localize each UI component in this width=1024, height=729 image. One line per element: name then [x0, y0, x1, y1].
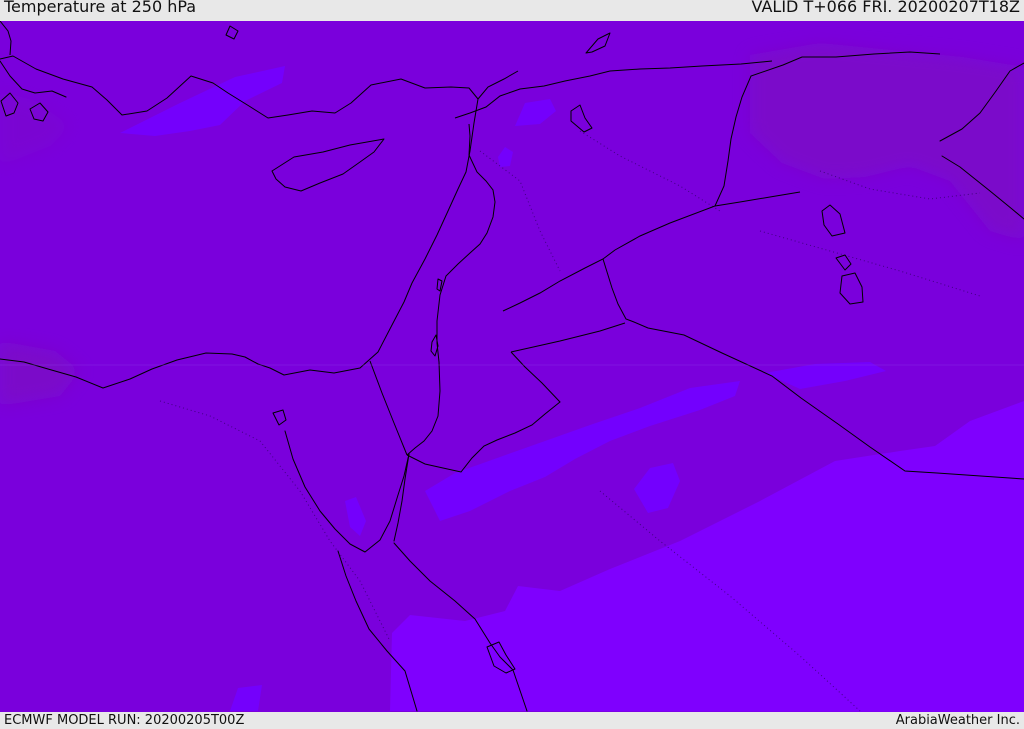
credit-label: ArabiaWeather Inc. [895, 713, 1020, 728]
model-run-label: ECMWF MODEL RUN: 20200205T00Z [4, 713, 245, 728]
valid-time-label: VALID T+066 FRI. 20200207T18Z [751, 0, 1020, 16]
header-bar: Temperature at 250 hPa VALID T+066 FRI. … [0, 0, 1024, 21]
map-title: Temperature at 250 hPa [4, 0, 197, 16]
footer-bar: ECMWF MODEL RUN: 20200205T00Z ArabiaWeat… [0, 712, 1024, 729]
temperature-map [0, 21, 1024, 712]
map-canvas [0, 21, 1024, 712]
weather-map-page: Temperature at 250 hPa VALID T+066 FRI. … [0, 0, 1024, 729]
